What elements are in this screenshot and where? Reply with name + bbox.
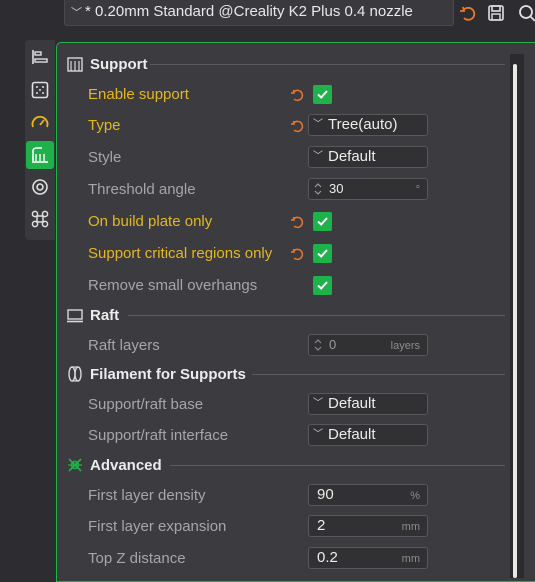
section-divider [252,363,505,385]
raft-interface-select[interactable]: ﹀Default [308,424,428,446]
command-icon [30,209,50,229]
spinner-arrows-icon[interactable] [313,181,323,197]
section-advanced: Advanced [66,454,162,476]
speedometer-icon [30,113,50,133]
chevron-down-icon: ﹀ [313,115,328,135]
tab-quality[interactable] [26,43,54,71]
raft-base-label: Support/raft base [88,395,203,415]
style-label: Style [88,148,121,168]
threshold-angle-value: 30 [329,179,343,199]
checkmark-icon [316,215,329,228]
section-title-raft: Raft [90,307,119,324]
first-layer-density-value: 90 [317,485,334,505]
first-layer-density-label: First layer density [88,486,206,506]
checkmark-icon [316,279,329,292]
first-layer-expansion-label: First layer expansion [88,517,226,537]
threshold-angle-label: Threshold angle [88,180,196,200]
top-z-distance-label: Top Z distance [88,549,186,569]
section-divider [170,454,505,476]
on-build-plate-only-checkbox[interactable] [313,212,332,231]
settings-category-tabs [25,40,55,240]
first-layer-expansion-input[interactable]: 2 mm [308,515,428,537]
spinner-arrows-icon[interactable] [313,337,323,353]
threshold-angle-unit: ° [416,180,420,200]
type-value: Tree(auto) [328,116,397,133]
raft-layers-label: Raft layers [88,336,160,356]
on-build-plate-only-label: On build plate only [88,212,212,232]
infill-icon [30,80,50,100]
reset-preset-icon[interactable] [458,3,478,23]
top-z-distance-input[interactable]: 0.2 mm [308,547,428,569]
search-icon[interactable] [517,3,535,23]
remove-small-overhangs-label: Remove small overhangs [88,276,257,296]
section-raft: Raft [66,304,119,326]
reset-icon[interactable] [290,215,304,229]
section-support: Support [66,53,148,75]
type-label: Type [88,116,121,136]
chevron-down-icon: ﹀ [71,1,85,25]
top-z-distance-unit: mm [402,549,420,569]
filament-icon [66,365,84,383]
tab-support[interactable] [26,141,54,169]
critical-regions-checkbox[interactable] [313,244,332,263]
process-preset-dropdown[interactable]: ﹀* 0.20mm Standard @Creality K2 Plus 0.4… [64,0,454,26]
tab-speed[interactable] [26,109,54,137]
support-section-icon [66,55,84,73]
threshold-angle-input[interactable]: 30 ° [308,178,428,200]
raft-interface-value: Default [328,426,376,443]
tab-others[interactable] [26,173,54,201]
remove-small-overhangs-checkbox[interactable] [313,276,332,295]
first-layer-density-input[interactable]: 90 % [308,484,428,506]
tab-advanced[interactable] [26,205,54,233]
layers-icon [30,47,50,67]
first-layer-expansion-value: 2 [317,516,325,536]
section-divider [150,53,505,75]
type-select[interactable]: ﹀Tree(auto) [308,114,428,136]
raft-layers-unit: layers [391,336,420,356]
style-select[interactable]: ﹀Default [308,146,428,168]
enable-support-checkbox[interactable] [313,85,332,104]
save-icon[interactable] [486,3,506,23]
reset-icon[interactable] [290,247,304,261]
chevron-down-icon: ﹀ [313,394,328,414]
tab-strength[interactable] [26,76,54,104]
raft-layers-value: 0 [329,335,336,355]
raft-base-value: Default [328,395,376,412]
first-layer-expansion-unit: mm [402,517,420,537]
section-title-support: Support [90,56,148,73]
advanced-icon [66,456,84,474]
scrollbar-thumb[interactable] [513,64,517,578]
raft-base-select[interactable]: ﹀Default [308,393,428,415]
chevron-down-icon: ﹀ [313,147,328,167]
support-icon [30,145,50,165]
section-filament-for-supports: Filament for Supports [66,363,246,385]
first-layer-density-unit: % [410,486,420,506]
top-z-distance-value: 0.2 [317,548,338,568]
enable-support-label: Enable support [88,85,189,105]
chevron-down-icon: ﹀ [313,425,328,445]
top-bar: ﹀* 0.20mm Standard @Creality K2 Plus 0.4… [0,0,535,42]
preset-label: * 0.20mm Standard @Creality K2 Plus 0.4 … [85,3,413,20]
reset-icon[interactable] [290,88,304,102]
checkmark-icon [316,247,329,260]
raft-icon [66,306,84,324]
reset-icon[interactable] [290,119,304,133]
raft-interface-label: Support/raft interface [88,426,228,446]
section-divider [128,304,505,326]
target-icon [30,177,50,197]
style-value: Default [328,148,376,165]
section-title-advanced: Advanced [90,457,162,474]
raft-layers-input[interactable]: 0 layers [308,334,428,356]
checkmark-icon [316,88,329,101]
critical-regions-label: Support critical regions only [88,244,272,264]
section-title-filament: Filament for Supports [90,366,246,383]
